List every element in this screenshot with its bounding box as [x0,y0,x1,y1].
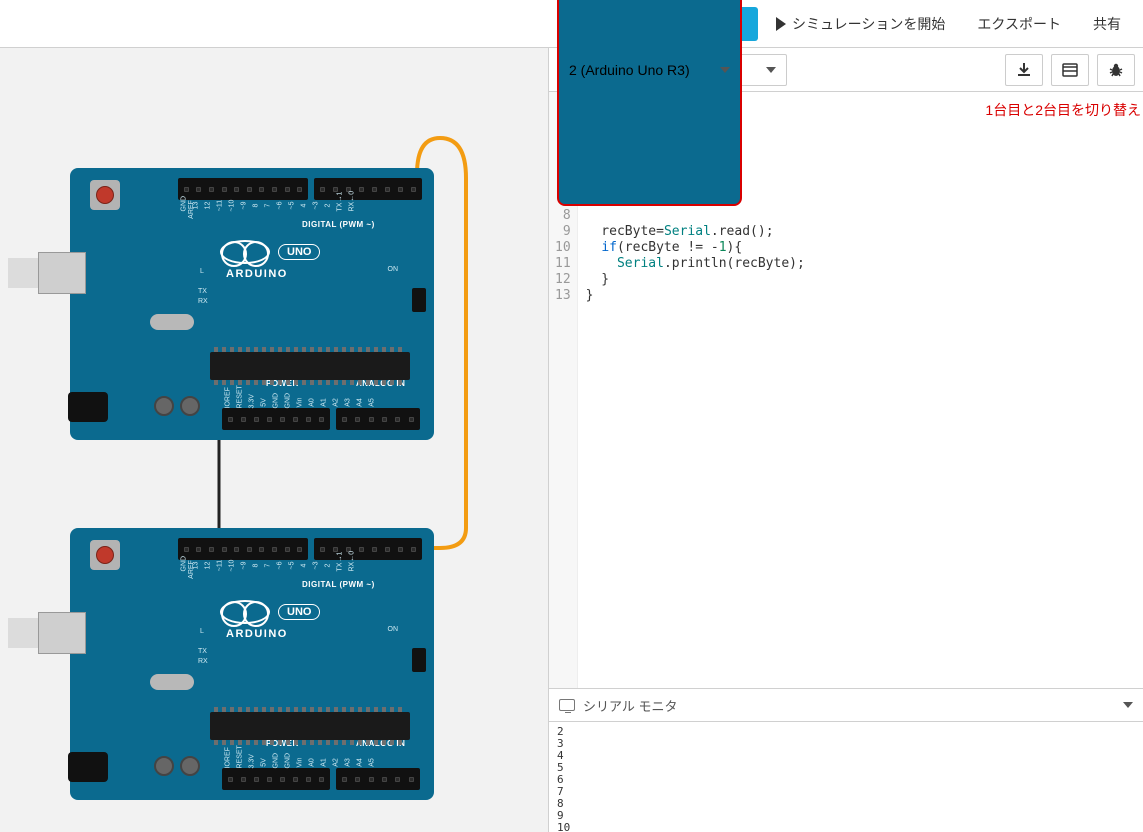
uno-badge: UNO [278,244,320,260]
crystal-oscillator [150,674,194,690]
capacitor [154,396,174,416]
digital-header-right[interactable] [314,538,422,560]
digital-header-right[interactable] [314,178,422,200]
digital-section-label: DIGITAL (PWM ~) [302,580,375,589]
atmega-chip [210,352,410,380]
brand-label: ARDUINO [226,268,288,280]
arduino-logo: UNO [220,240,320,264]
reset-button[interactable] [90,180,120,210]
digital-pin-labels: GND1312~11~10~987~6~54~32TX→1RX←0 [178,562,422,569]
analog-header[interactable] [336,768,420,790]
usb-cable [8,258,38,288]
usb-cable [8,618,38,648]
on-led-label: ON [388,626,399,633]
board-select-dropdown[interactable]: 2 (Arduino Uno R3) [557,0,742,206]
power-header[interactable] [222,408,330,430]
chevron-down-icon [1123,702,1133,708]
chevron-down-icon [720,67,730,73]
crystal-oscillator [150,314,194,330]
aref-label: AREF [188,200,195,219]
circuit-canvas[interactable]: GND1312~11~10~987~6~54~32TX→1RX←0 IOREFR… [0,48,548,832]
play-icon [776,17,786,31]
monitor-icon [559,699,575,711]
l-led-label: L [200,628,204,635]
atmega-chip [210,712,410,740]
digital-pin-labels: GND1312~11~10~987~6~54~32TX→1RX←0 [178,202,422,209]
analog-header[interactable] [336,408,420,430]
rx-led-label: RX [198,658,208,665]
arduino-logo: UNO [220,600,320,624]
capacitor [154,756,174,776]
serial-monitor-title: シリアル モニタ [583,696,677,715]
arduino-board-2[interactable]: GND1312~11~10~987~6~54~32TX→1RX←0 IOREFR… [70,528,434,800]
usb-port [38,612,86,654]
bug-icon [1108,62,1124,78]
start-simulation-button[interactable]: シミュレーションを開始 [762,7,959,41]
main-area: GND1312~11~10~987~6~54~32TX→1RX←0 IOREFR… [0,48,1143,832]
library-icon [1062,63,1078,77]
chevron-down-icon [766,67,776,73]
barrel-jack [68,752,108,782]
code-panel: テキスト 2 (Arduino Uno R3) 1台目と2台目を切り替え 123… [548,48,1143,832]
power-header[interactable] [222,768,330,790]
digital-section-label: DIGITAL (PWM ~) [302,220,375,229]
rx-led-label: RX [198,298,208,305]
barrel-jack [68,392,108,422]
infinity-icon [220,240,270,264]
infinity-icon [220,600,270,624]
icsp-header[interactable] [412,648,426,672]
arduino-board-1[interactable]: GND1312~11~10~987~6~54~32TX→1RX←0 IOREFR… [70,168,434,440]
download-button[interactable] [1005,54,1043,86]
l-led-label: L [200,268,204,275]
board-select-label: 2 (Arduino Uno R3) [569,62,690,78]
brand-label: ARDUINO [226,628,288,640]
library-button[interactable] [1051,54,1089,86]
tx-led-label: TX [198,648,207,655]
annotation-text: 1台目と2台目を切り替え [985,100,1141,120]
usb-port [38,252,86,294]
tx-led-label: TX [198,288,207,295]
share-button[interactable]: 共有 [1079,7,1135,41]
code-toolbar: テキスト 2 (Arduino Uno R3) [549,48,1143,92]
digital-header-left[interactable] [178,538,308,560]
start-simulation-label: シミュレーションを開始 [792,14,945,34]
aref-label: AREF [188,560,195,579]
reset-button[interactable] [90,540,120,570]
download-icon [1016,62,1032,78]
capacitor [180,396,200,416]
debug-button[interactable] [1097,54,1135,86]
bottom-pin-labels: IOREFRESET3.3V5VGNDGNDVinA0A1A2A3A4A5 [222,399,420,406]
bottom-pin-labels: IOREFRESET3.3V5VGNDGNDVinA0A1A2A3A4A5 [222,759,420,766]
capacitor [180,756,200,776]
digital-header-left[interactable] [178,178,308,200]
serial-monitor-header[interactable]: シリアル モニタ [549,688,1143,722]
export-button[interactable]: エクスポート [963,7,1075,41]
icsp-header[interactable] [412,288,426,312]
uno-badge: UNO [278,604,320,620]
serial-monitor-output[interactable]: 2 3 4 5 6 7 8 9 10 [549,722,1143,832]
on-led-label: ON [388,266,399,273]
